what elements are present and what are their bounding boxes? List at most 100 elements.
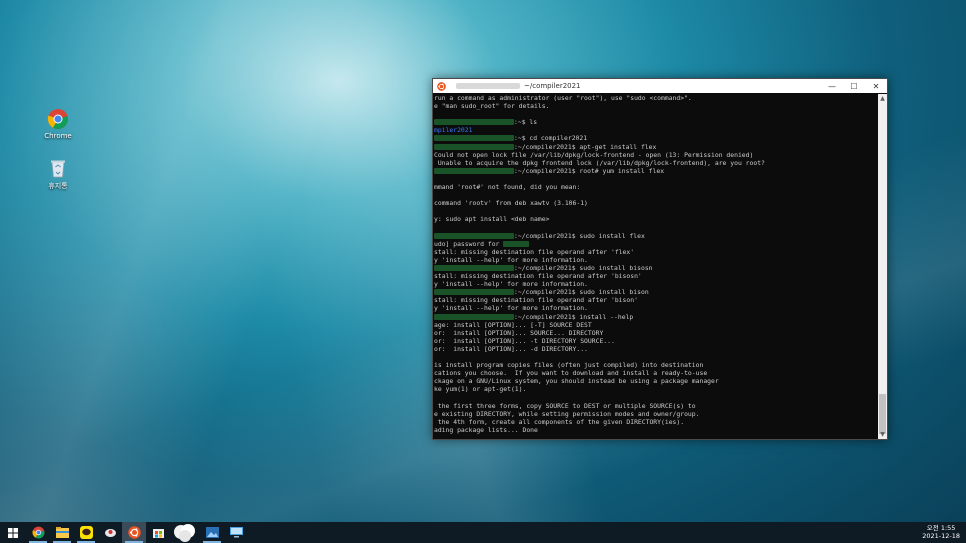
desktop-icon-chrome[interactable]: Chrome [33,108,83,140]
redacted-prompt [434,167,514,174]
terminal-line: :~/compiler2021$ sudo install flex [434,232,878,240]
terminal-line: the first three forms, copy SOURCE to DE… [434,401,696,410]
close-button[interactable]: ✕ [865,79,887,93]
taskbar-remote-desktop[interactable] [224,522,248,543]
terminal-line-text: :~$ ls [514,118,538,127]
clock-time: 오전 1:55 [926,524,956,532]
taskbar-store[interactable] [146,522,170,543]
chrome-icon [32,526,44,539]
terminal-line: :~/compiler2021$ root# yum install flex [434,167,878,175]
kakaotalk-icon [79,526,93,539]
terminal-line-text: :~/compiler2021$ sudo install bisosn [514,263,653,272]
terminal-line-text: :~/compiler2021$ root# yum install flex [514,166,665,175]
terminal-line: udo] password for [434,240,878,248]
redacted-prompt [434,135,514,142]
terminal-line: is install program copies files (often j… [434,361,704,370]
terminal-line: y 'install --help' for more information. [434,304,588,313]
terminal-line: mmand 'root#' not found, did you mean: [434,183,581,192]
terminal-line: y: sudo apt install <deb name> [434,215,550,224]
vertical-scrollbar[interactable]: ▲ ▼ [878,94,887,439]
store-icon [152,529,164,538]
terminal-line: Unable to acquire the dpkg frontend lock… [434,158,765,167]
redacted-user [503,240,530,247]
terminal-line: :~/compiler2021$ sudo install bison [434,288,878,296]
desktop-icon-label: 휴지통 [48,182,68,190]
terminal-line: :~/compiler2021$ sudo install bisosn [434,264,878,272]
terminal-line-text: :~/compiler2021$ apt-get install flex [514,142,657,151]
terminal-line: ke yum(1) or apt-get(1). [434,385,527,394]
app-icon [104,529,116,537]
terminal-line: cations you choose. If you want to downl… [434,369,708,378]
ubuntu-icon [127,526,141,539]
recycle-bin-icon [47,157,69,179]
scroll-down-icon[interactable]: ▼ [878,430,887,439]
terminal-output[interactable]: run a command as administrator (user "ro… [433,94,878,439]
windows-start-icon [8,527,18,538]
redacted-user [456,83,520,89]
minimize-button[interactable]: — [821,79,843,93]
scroll-thumb[interactable] [879,394,886,434]
terminal-line: e existing DIRECTORY, while setting perm… [434,409,700,418]
remote-desktop-icon [229,527,243,538]
taskbar-app[interactable] [98,522,122,543]
terminal-line: age: install [OPTION]... [-T] SOURCE DES… [434,320,592,329]
terminal-line: run a command as administrator (user "ro… [434,94,692,102]
window-title: ~/compiler2021 [524,82,581,90]
terminal-line: y 'install --help' for more information. [434,255,588,264]
file-explorer-icon [55,527,69,538]
terminal-line: stall: missing destination file operand … [434,247,635,256]
redacted-prompt [434,264,514,271]
redacted-prompt [434,289,514,296]
terminal-line: :~/compiler2021$ install --help [434,313,878,321]
terminal-line-text: :~/compiler2021$ install --help [514,312,634,321]
terminal-line: Could not open lock file /var/lib/dpkg/l… [434,150,754,159]
redacted-prompt [434,119,514,126]
scroll-up-icon[interactable]: ▲ [878,94,887,103]
terminal-line: mpiler2021 [434,126,473,135]
blurred-app-icon [174,524,195,542]
terminal-line: e "man sudo_root" for details. [434,102,550,111]
redacted-prompt [434,143,514,150]
terminal-line: :~/compiler2021$ apt-get install flex [434,143,878,151]
taskbar-file-explorer[interactable] [50,522,74,543]
chrome-icon [47,108,69,130]
taskbar-photos[interactable] [200,522,224,543]
photos-icon [205,527,219,538]
ubuntu-icon [437,81,446,91]
terminal-window[interactable]: ~/compiler2021 — ☐ ✕ run a command as ad… [432,78,888,440]
terminal-line: y 'install --help' for more information. [434,280,588,289]
terminal-line: command 'rootv' from deb xawtv (3.106-1) [434,199,588,208]
title-bar[interactable]: ~/compiler2021 — ☐ ✕ [433,79,887,93]
terminal-line: or: install [OPTION]... -d DIRECTORY... [434,344,588,353]
terminal-line: ading package lists... Done [434,425,538,434]
start-button[interactable] [0,522,26,543]
terminal-line-text: :~/compiler2021$ sudo install bison [514,288,649,297]
maximize-button[interactable]: ☐ [843,79,865,93]
system-clock[interactable]: 오전 1:55 2021-12-18 [922,524,960,540]
terminal-line: stall: missing destination file operand … [434,272,642,281]
terminal-line: stall: missing destination file operand … [434,296,638,305]
terminal-line: or: install [OPTION]... -t DIRECTORY SOU… [434,336,615,345]
terminal-line: :~$ ls [434,118,878,126]
taskbar: 오전 1:55 2021-12-18 [0,522,966,543]
desktop-icon-recycle-bin[interactable]: 휴지통 [33,157,83,191]
taskbar-ubuntu[interactable] [122,522,146,543]
taskbar-kakaotalk[interactable] [74,522,98,543]
terminal-line: or: install [OPTION]... SOURCE... DIRECT… [434,328,604,337]
terminal-line: the 4th form, create all components of t… [434,417,685,426]
clock-date: 2021-12-18 [922,532,960,540]
taskbar-blurred-app[interactable] [170,522,200,543]
redacted-prompt [434,313,514,320]
redacted-prompt [434,232,514,239]
terminal-line-text: :~$ cd compiler2021 [514,134,588,143]
desktop-icon-label: Chrome [44,132,72,140]
taskbar-chrome[interactable] [26,522,50,543]
terminal-line: ckage on a GNU/Linux system, you should … [434,377,719,386]
terminal-line: :~$ cd compiler2021 [434,134,878,142]
